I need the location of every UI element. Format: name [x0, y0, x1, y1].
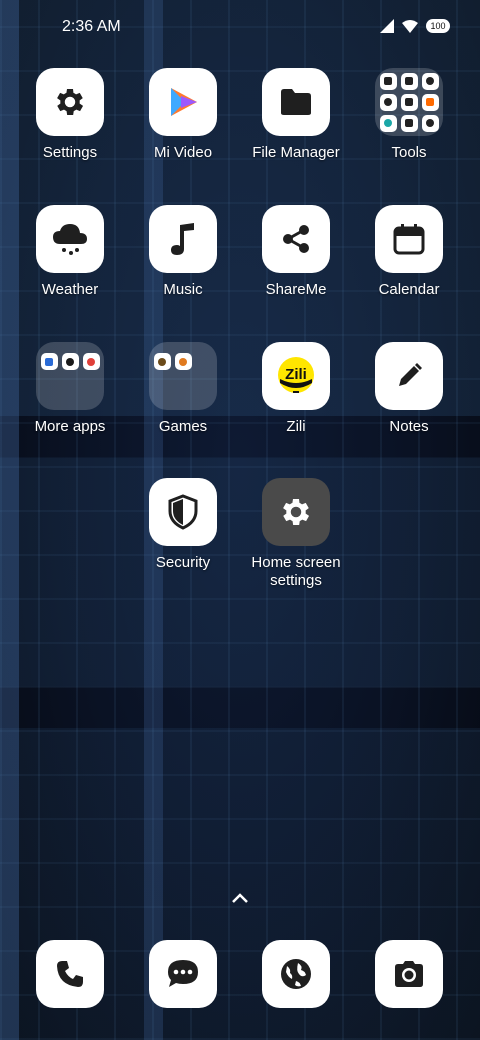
- app-file-manager[interactable]: File Manager: [240, 68, 352, 188]
- browser-icon[interactable]: [262, 940, 330, 1008]
- gear-icon: [262, 478, 330, 546]
- app-label: Security: [155, 554, 211, 571]
- zili-icon: Zili: [262, 342, 330, 410]
- tools-folder-icon: [375, 68, 443, 136]
- calendar-icon: [375, 205, 443, 273]
- basketball-icon: [174, 353, 192, 370]
- app-label: Tools: [391, 144, 427, 161]
- games-folder-icon: [149, 342, 217, 410]
- music-note-icon: [149, 205, 217, 273]
- app-zili[interactable]: Zili Zili: [240, 342, 352, 462]
- app-label: More apps: [34, 418, 106, 435]
- status-icons: 100: [380, 19, 450, 33]
- download-icon: [400, 114, 418, 132]
- app-mi-video[interactable]: Mi Video: [127, 68, 239, 188]
- pencil-icon: [375, 342, 443, 410]
- scanner-icon: [421, 114, 439, 132]
- app-home-screen-settings[interactable]: Home screen settings: [240, 478, 352, 598]
- app-label: Mi Video: [153, 144, 213, 161]
- app-notes[interactable]: Notes: [353, 342, 465, 462]
- folder-more-apps[interactable]: More apps: [14, 342, 126, 462]
- settings-icon: [36, 68, 104, 136]
- shield-icon: [149, 478, 217, 546]
- calculator-icon: [379, 72, 397, 90]
- cleaner-icon: [379, 114, 397, 132]
- facebook-icon: [61, 353, 79, 370]
- recorder-icon: [400, 93, 418, 111]
- mi-remote-icon: [421, 93, 439, 111]
- signal-icon: [380, 19, 394, 33]
- app-label: Settings: [42, 144, 98, 161]
- app-weather[interactable]: Weather: [14, 205, 126, 325]
- clock-icon: [421, 72, 439, 90]
- messaging-icon[interactable]: [149, 940, 217, 1008]
- app-label: File Manager: [252, 144, 340, 161]
- share-icon: [262, 205, 330, 273]
- camera-icon[interactable]: [375, 940, 443, 1008]
- app-music[interactable]: Music: [127, 205, 239, 325]
- mi-store-icon: [40, 353, 58, 370]
- app-label: Home screen settings: [251, 554, 341, 589]
- status-time: 2:36 AM: [62, 18, 121, 35]
- app-security[interactable]: Security: [127, 478, 239, 598]
- wifi-icon: [402, 19, 418, 33]
- app-label: Games: [158, 418, 208, 435]
- app-label: Weather: [41, 281, 99, 298]
- more-apps-folder-icon: [36, 342, 104, 410]
- app-settings[interactable]: Settings: [14, 68, 126, 188]
- folder-games[interactable]: Games: [127, 342, 239, 462]
- chevron-up-icon[interactable]: [228, 888, 252, 908]
- app-label: Zili: [286, 418, 306, 435]
- phone-icon[interactable]: [36, 940, 104, 1008]
- status-bar: 2:36 AM 100: [0, 0, 480, 56]
- folder-icon: [262, 68, 330, 136]
- compass-icon: [379, 93, 397, 111]
- weather-icon: [36, 205, 104, 273]
- app-label: ShareMe: [265, 281, 327, 298]
- app-label: Calendar: [378, 281, 440, 298]
- app-label: Music: [163, 281, 203, 298]
- grid-app-icon: [400, 72, 418, 90]
- mi-video-icon: [149, 68, 217, 136]
- zili-logo-text: Zili: [285, 366, 307, 383]
- vivaldi-icon: [82, 353, 100, 370]
- dock: [0, 940, 480, 1008]
- app-shareme[interactable]: ShareMe: [240, 205, 352, 325]
- folder-tools[interactable]: Tools: [353, 68, 465, 188]
- app-calendar[interactable]: Calendar: [353, 205, 465, 325]
- battery-icon: 100: [426, 19, 450, 33]
- game-app-icon: [153, 353, 171, 370]
- app-label: Notes: [389, 418, 429, 435]
